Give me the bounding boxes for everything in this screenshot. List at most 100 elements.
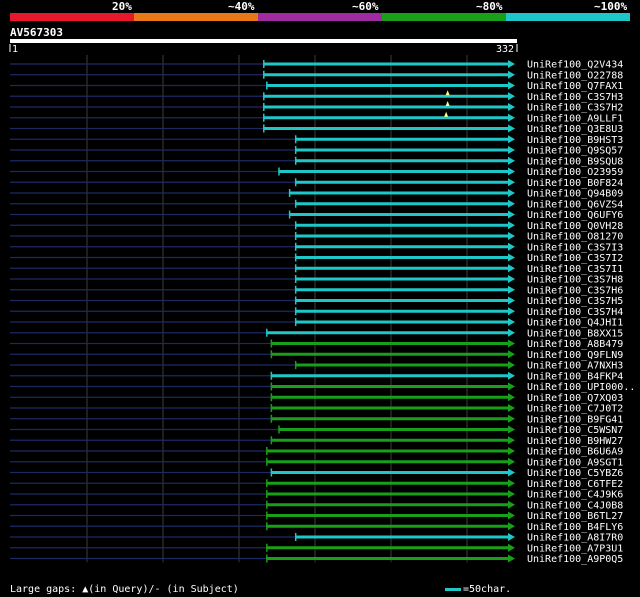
hit-row[interactable]: UniRef100_B6U6A9: [10, 447, 623, 458]
hit-label[interactable]: UniRef100_Q7FAX1: [527, 81, 623, 92]
hit-row[interactable]: UniRef100_C3S7H3: [10, 90, 623, 103]
hit-label[interactable]: UniRef100_C3S7I3: [527, 242, 623, 253]
hit-row[interactable]: UniRef100_A7NXH3: [10, 361, 623, 372]
hit-label[interactable]: UniRef100_C3S7H3: [527, 92, 623, 103]
hit-arrowhead: [508, 92, 515, 101]
hit-row[interactable]: UniRef100_B8XX15: [10, 328, 623, 339]
hit-label[interactable]: UniRef100_C3S7I2: [527, 253, 623, 264]
hit-label[interactable]: UniRef100_C3S7H6: [527, 285, 623, 296]
hit-label[interactable]: UniRef100_B9SQU8: [527, 156, 623, 167]
hit-row[interactable]: UniRef100_B9SQU8: [10, 156, 623, 167]
hit-label[interactable]: UniRef100_Q9SQ57: [527, 146, 623, 157]
hit-row[interactable]: UniRef100_C7J0T2: [10, 404, 623, 415]
hit-label[interactable]: UniRef100_B9FG41: [527, 414, 623, 425]
hit-row[interactable]: UniRef100_O22788: [10, 70, 623, 81]
hit-row[interactable]: UniRef100_Q9SQ57: [10, 146, 623, 157]
hit-label[interactable]: UniRef100_C5YBZ6: [527, 468, 623, 479]
hit-row[interactable]: UniRef100_C3S7H2: [10, 101, 623, 114]
hit-row[interactable]: UniRef100_C4J9K6: [10, 490, 623, 501]
hit-arrowhead: [508, 382, 515, 391]
hit-row[interactable]: UniRef100_Q7FAX1: [10, 81, 623, 92]
hit-row[interactable]: UniRef100_Q2V434: [10, 60, 623, 71]
hit-label[interactable]: UniRef100_C7J0T2: [527, 404, 623, 415]
hit-row[interactable]: UniRef100_C3S7I2: [10, 253, 623, 264]
hit-row[interactable]: UniRef100_O23959: [10, 167, 623, 178]
hit-label[interactable]: UniRef100_B9HW27: [527, 436, 623, 447]
hit-arrowhead: [508, 307, 515, 316]
hit-label[interactable]: UniRef100_O23959: [527, 167, 623, 178]
hit-label[interactable]: UniRef100_C6TFE2: [527, 479, 623, 490]
hit-row[interactable]: UniRef100_A8I7R0: [10, 533, 623, 544]
hit-label[interactable]: UniRef100_A9LLF1: [527, 113, 623, 124]
hit-row[interactable]: UniRef100_Q9FLN9: [10, 350, 623, 361]
hit-label[interactable]: UniRef100_Q6UFY6: [527, 210, 623, 221]
hit-row[interactable]: UniRef100_UPI000..: [10, 382, 635, 393]
hit-row[interactable]: UniRef100_B9FG41: [10, 414, 623, 425]
hit-label[interactable]: UniRef100_Q3E8U3: [527, 124, 623, 135]
hit-label[interactable]: UniRef100_B8XX15: [527, 328, 623, 339]
hit-row[interactable]: UniRef100_C3S7H8: [10, 275, 623, 286]
hit-label[interactable]: UniRef100_A8B479: [527, 339, 623, 350]
hit-row[interactable]: UniRef100_C3S7I3: [10, 242, 623, 253]
hit-label[interactable]: UniRef100_Q7XQ03: [527, 393, 623, 404]
hit-label[interactable]: UniRef100_Q4JHI1: [527, 318, 623, 329]
hit-row[interactable]: UniRef100_C4J0B8: [10, 500, 623, 511]
hit-row[interactable]: UniRef100_A7P3U1: [10, 543, 623, 554]
hit-row[interactable]: UniRef100_Q6UFY6: [10, 210, 623, 221]
hit-row[interactable]: UniRef100_C5WSN7: [10, 425, 623, 436]
hit-label[interactable]: UniRef100_A7NXH3: [527, 361, 623, 372]
hit-row[interactable]: UniRef100_C3S7H6: [10, 285, 623, 296]
hit-label[interactable]: UniRef100_Q0VH28: [527, 221, 623, 232]
hit-row[interactable]: UniRef100_A9LLF1: [10, 111, 623, 125]
hit-row[interactable]: UniRef100_A9SGT1: [10, 457, 623, 468]
hit-label[interactable]: UniRef100_UPI000..: [527, 382, 635, 393]
hit-label[interactable]: UniRef100_B4FLY6: [527, 522, 623, 533]
hit-row[interactable]: UniRef100_A8B479: [10, 339, 623, 350]
hit-label[interactable]: UniRef100_C3S7I1: [527, 264, 623, 275]
hit-row[interactable]: UniRef100_B4FKP4: [10, 371, 623, 382]
hit-label[interactable]: UniRef100_C5WSN7: [527, 425, 623, 436]
hit-label[interactable]: UniRef100_B6U6A9: [527, 447, 623, 458]
hit-label[interactable]: UniRef100_A9P0Q5: [527, 554, 623, 565]
hit-label[interactable]: UniRef100_A7P3U1: [527, 543, 623, 554]
hit-label[interactable]: UniRef100_A9SGT1: [527, 457, 623, 468]
hit-label[interactable]: UniRef100_A8I7R0: [527, 533, 623, 544]
hit-row[interactable]: UniRef100_Q0VH28: [10, 221, 623, 232]
hit-label[interactable]: UniRef100_Q2V434: [527, 60, 623, 71]
hit-row[interactable]: UniRef100_C3S7I1: [10, 264, 623, 275]
hit-label[interactable]: UniRef100_Q6VZS4: [527, 199, 623, 210]
hit-row[interactable]: UniRef100_Q7XQ03: [10, 393, 623, 404]
hit-label[interactable]: UniRef100_C3S7H5: [527, 296, 623, 307]
hit-row[interactable]: UniRef100_C6TFE2: [10, 479, 623, 490]
query-end-label: 332: [496, 44, 514, 55]
hit-label[interactable]: UniRef100_O81270: [527, 232, 623, 243]
hit-row[interactable]: UniRef100_O81270: [10, 232, 623, 243]
hit-label[interactable]: UniRef100_C3S7H4: [527, 307, 623, 318]
hit-row[interactable]: UniRef100_C5YBZ6: [10, 468, 623, 479]
hit-row[interactable]: UniRef100_A9P0Q5: [10, 554, 623, 565]
hit-label[interactable]: UniRef100_Q94B09: [527, 189, 623, 200]
hit-label[interactable]: UniRef100_C4J9K6: [527, 490, 623, 501]
hit-row[interactable]: UniRef100_B9HST3: [10, 135, 623, 146]
hit-label[interactable]: UniRef100_C3S7H8: [527, 275, 623, 286]
hit-row[interactable]: UniRef100_Q6VZS4: [10, 199, 623, 210]
hit-row[interactable]: UniRef100_Q4JHI1: [10, 318, 623, 329]
hit-label[interactable]: UniRef100_B9HST3: [527, 135, 623, 146]
hit-row[interactable]: UniRef100_B4FLY6: [10, 522, 623, 533]
hit-row[interactable]: UniRef100_C3S7H5: [10, 296, 623, 307]
hit-row[interactable]: UniRef100_C3S7H4: [10, 307, 623, 318]
hit-label[interactable]: UniRef100_B0F824: [527, 178, 623, 189]
hit-label[interactable]: UniRef100_C3S7H2: [527, 103, 623, 114]
hit-label[interactable]: UniRef100_B6TL27: [527, 511, 623, 522]
hit-row[interactable]: UniRef100_Q3E8U3: [10, 124, 623, 135]
hit-row[interactable]: UniRef100_B0F824: [10, 178, 623, 189]
hit-label[interactable]: UniRef100_B4FKP4: [527, 371, 623, 382]
grid-lines: [86, 55, 468, 563]
hit-label[interactable]: UniRef100_C4J0B8: [527, 500, 623, 511]
hit-row[interactable]: UniRef100_Q94B09: [10, 189, 623, 200]
hit-arrowhead: [508, 264, 515, 273]
hit-label[interactable]: UniRef100_O22788: [527, 70, 623, 81]
hit-row[interactable]: UniRef100_B6TL27: [10, 511, 623, 522]
hit-label[interactable]: UniRef100_Q9FLN9: [527, 350, 623, 361]
hit-row[interactable]: UniRef100_B9HW27: [10, 436, 623, 447]
